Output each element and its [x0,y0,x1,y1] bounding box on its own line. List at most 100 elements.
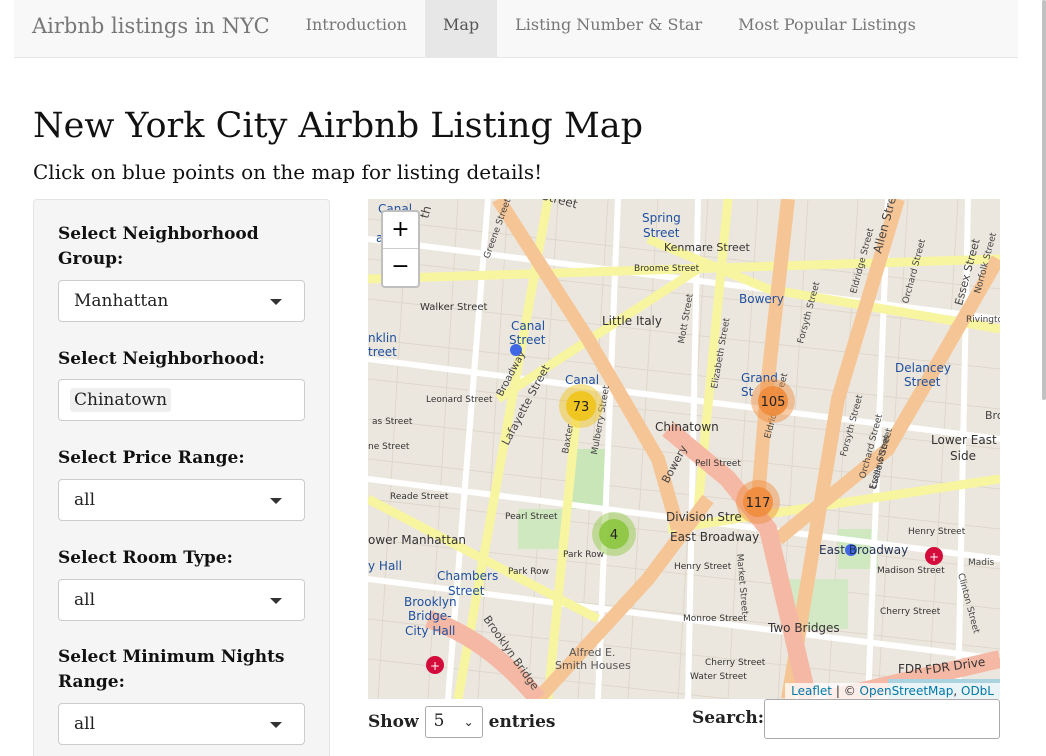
zoom-control: + − [381,210,420,288]
svg-text:Pearl Street: Pearl Street [505,512,558,522]
svg-text:Water Street: Water Street [690,672,747,682]
listing-map[interactable]: + + Chinatown ower Manhattan Little Ital… [368,199,1000,699]
filter-panel: Select Neighborhood Group: Manhattan Sel… [33,199,330,756]
svg-text:105: 105 [761,395,786,410]
svg-text:Kenmare Street: Kenmare Street [664,241,751,254]
svg-text:73: 73 [573,400,590,415]
svg-text:Rivingto: Rivingto [966,315,1000,325]
osm-link[interactable]: OpenStreetMap [860,684,954,698]
leaflet-link[interactable]: Leaflet [791,684,832,698]
show-label: Show [368,712,419,732]
neighborhood-label: Select Neighborhood: [58,349,265,369]
room-type-value: all [74,590,96,610]
svg-text:Walker Street: Walker Street [420,302,487,313]
svg-text:Bro: Bro [985,409,1000,422]
svg-text:Division Stre: Division Stre [666,510,742,524]
price-range-value: all [74,490,96,510]
svg-text:Henry Street: Henry Street [908,527,966,537]
navbar-brand[interactable]: Airbnb listings in NYC [14,0,288,52]
page-subtitle: Click on blue points on the map for list… [33,160,543,184]
svg-text:treet: treet [368,345,397,359]
svg-text:Monroe Street: Monroe Street [683,614,747,624]
svg-text:Cherry Street: Cherry Street [880,607,941,617]
svg-text:Bowery: Bowery [739,292,784,306]
svg-text:as Street: as Street [372,417,413,427]
odbl-link[interactable]: ODbL [961,684,994,698]
chevron-down-icon: ⌄ [463,715,474,729]
caret-down-icon [270,299,282,305]
svg-text:Lower East: Lower East [931,433,997,447]
zoom-in-button[interactable]: + [383,212,418,249]
svg-text:Pell Street: Pell Street [695,459,741,469]
svg-text:Brooklyn: Brooklyn [404,595,457,609]
search-label: Search: [692,708,765,728]
map-attribution: Leaflet | © OpenStreetMap, ODbL [785,683,1000,699]
svg-text:Street: Street [509,333,546,347]
page-scrollbar[interactable] [1042,0,1046,400]
tab-introduction[interactable]: Introduction [288,0,425,57]
svg-text:Spring: Spring [642,211,681,225]
svg-text:+: + [929,550,939,564]
svg-text:Chinatown: Chinatown [655,420,719,434]
svg-text:FDR: FDR [898,662,922,676]
svg-text:Little Italy: Little Italy [602,314,662,328]
entries-select[interactable]: 5 ⌄ [424,706,483,738]
svg-text:East Broadway: East Broadway [670,530,759,544]
svg-text:ower Manhattan: ower Manhattan [368,533,466,547]
svg-text:Chambers: Chambers [437,569,498,583]
svg-text:Side: Side [950,449,976,463]
svg-text:Delancey: Delancey [895,361,951,375]
tab-listing-number-star[interactable]: Listing Number & Star [497,0,720,57]
svg-text:117: 117 [746,496,771,511]
min-nights-select[interactable]: all [58,703,305,745]
svg-text:Smith Houses: Smith Houses [555,659,631,672]
svg-text:ne Street: ne Street [368,442,410,452]
svg-text:Madis: Madis [968,558,994,568]
svg-text:Henry Street: Henry Street [674,562,732,572]
room-type-label: Select Room Type: [58,548,233,568]
price-range-label: Select Price Range: [58,448,245,468]
min-nights-label: Select Minimum Nights Range: [58,647,285,692]
svg-text:Park Row: Park Row [508,567,549,577]
svg-text:East Broadway: East Broadway [819,543,908,557]
svg-text:Park Row: Park Row [563,550,604,560]
search-input[interactable] [764,699,1000,739]
svg-text:Reade Street: Reade Street [390,492,449,502]
neighborhood-select[interactable]: Chinatown [58,379,305,421]
caret-down-icon [270,498,282,504]
neighborhood-tag[interactable]: Chinatown [70,388,172,412]
tab-map[interactable]: Map [424,0,498,57]
cluster-marker[interactable]: 73 [559,384,603,428]
page-title: New York City Airbnb Listing Map [33,106,644,146]
cluster-marker[interactable]: 117 [736,480,780,524]
svg-text:City Hall: City Hall [405,624,455,638]
room-type-select[interactable]: all [58,579,305,621]
neighborhood-group-label: Select Neighborhood Group: [58,224,259,269]
neighborhood-group-value: Manhattan [74,291,169,311]
svg-text:4: 4 [610,528,618,543]
entries-label: entries [488,712,556,732]
caret-down-icon [270,598,282,604]
svg-text:+: + [430,659,440,673]
svg-text:Bridge-: Bridge- [408,609,451,623]
price-range-select[interactable]: all [58,479,305,521]
caret-down-icon [270,722,282,728]
min-nights-value: all [74,714,96,734]
cluster-marker[interactable]: 4 [592,512,636,556]
table-length-control: Show 5 ⌄ entries [368,706,555,738]
svg-text:Street: Street [643,226,680,240]
svg-text:Alfred E.: Alfred E. [569,646,615,659]
svg-text:Street: Street [904,375,941,389]
zoom-out-button[interactable]: − [383,249,418,286]
neighborhood-group-select[interactable]: Manhattan [58,280,305,322]
svg-text:nklin: nklin [368,331,397,345]
tab-most-popular-listings[interactable]: Most Popular Listings [720,0,934,57]
svg-text:Cherry Street: Cherry Street [705,658,766,668]
svg-text:Leonard Street: Leonard Street [426,395,493,405]
svg-text:Madison Street: Madison Street [877,566,945,576]
cluster-marker[interactable]: 105 [751,379,795,423]
svg-text:y Hall: y Hall [368,559,402,573]
map-tiles: + + Chinatown ower Manhattan Little Ital… [368,199,1000,699]
svg-text:Two Bridges: Two Bridges [767,621,840,635]
navbar: Airbnb listings in NYC Introduction Map … [14,0,1018,58]
